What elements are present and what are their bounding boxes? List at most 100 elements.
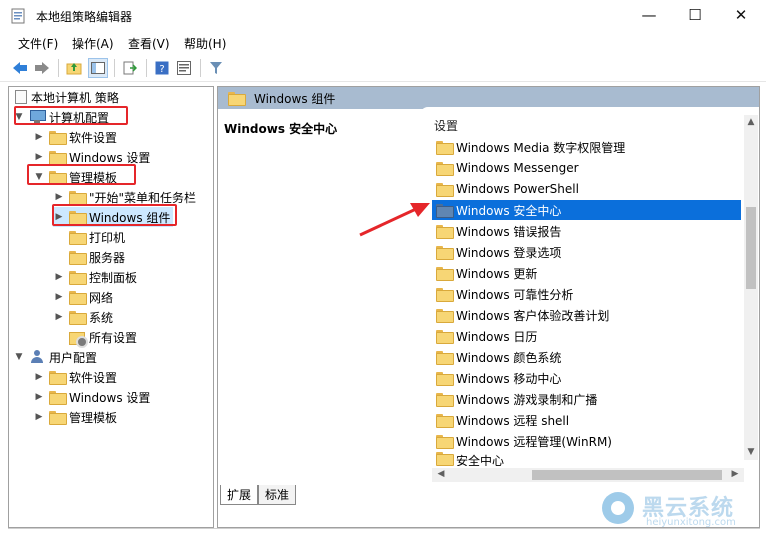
vertical-scrollbar[interactable]: ▲ ▼ <box>744 115 758 460</box>
forward-arrow-icon[interactable] <box>32 58 52 78</box>
folder-icon <box>436 267 454 281</box>
folder-icon <box>436 246 454 260</box>
user-icon <box>29 350 45 364</box>
tree-user-software-settings-label: 软件设置 <box>69 370 118 385</box>
chevron-right-icon[interactable]: ▶ <box>33 392 45 402</box>
scroll-down-icon[interactable]: ▼ <box>744 447 758 457</box>
tree-user-config[interactable]: ▼ 用户配置 <box>13 347 97 367</box>
list-item[interactable]: Windows 更新 <box>432 263 741 283</box>
chevron-right-icon[interactable]: ▶ <box>33 132 45 142</box>
folder-icon <box>436 414 454 428</box>
folder-icon <box>228 92 246 106</box>
tree-control-panel-label: 控制面板 <box>89 270 138 285</box>
tree-software-settings-label: 软件设置 <box>69 130 118 145</box>
list-item[interactable]: Windows 可靠性分析 <box>432 284 741 304</box>
policy-doc-icon <box>15 90 27 104</box>
details-pane: Windows 组件 Windows 安全中心 设置 Windows Media… <box>217 86 760 528</box>
list-item[interactable]: Windows 错误报告 <box>432 221 741 241</box>
tab-standard[interactable]: 标准 <box>258 485 297 505</box>
title-bar: 本地组策略编辑器 — ☐ ✕ <box>0 0 766 32</box>
export-list-icon[interactable] <box>120 58 140 78</box>
watermark: 黑云系统 heiyunxitong.com <box>602 490 762 530</box>
list-item-label: 安全中心 <box>456 454 505 466</box>
folder-icon <box>436 162 454 176</box>
menu-action[interactable]: 操作(A) <box>72 35 114 52</box>
list-item[interactable]: 安全中心 <box>432 452 741 466</box>
tree-control-panel[interactable]: ▶ 控制面板 <box>53 267 137 287</box>
window-title: 本地组策略编辑器 <box>36 10 133 24</box>
menu-bar: 文件(F) 操作(A) 查看(V) 帮助(H) <box>0 32 766 54</box>
list-item[interactable]: Windows 游戏录制和广播 <box>432 389 741 409</box>
tree-user-config-label: 用户配置 <box>49 350 98 365</box>
list-item-label: Windows 移动中心 <box>456 371 562 386</box>
maximize-button[interactable]: ☐ <box>672 0 718 30</box>
tree-user-software-settings[interactable]: ▶ 软件设置 <box>33 367 117 387</box>
tree-printers[interactable]: 打印机 <box>65 227 125 247</box>
folder-icon <box>69 271 87 285</box>
folder-icon <box>436 452 454 466</box>
chevron-down-icon[interactable]: ▼ <box>13 352 25 362</box>
folder-icon <box>49 151 67 165</box>
scroll-left-icon[interactable]: ◀ <box>434 469 448 479</box>
list-item[interactable]: Windows 远程管理(WinRM) <box>432 431 741 451</box>
tree-user-windows-settings[interactable]: ▶ Windows 设置 <box>33 387 150 407</box>
list-item[interactable]: Windows 登录选项 <box>432 242 741 262</box>
horizontal-scroll-thumb[interactable] <box>532 470 722 480</box>
tree-server-label: 服务器 <box>89 250 126 265</box>
chevron-right-icon[interactable]: ▶ <box>33 152 45 162</box>
list-item[interactable]: Windows 客户体验改善计划 <box>432 305 741 325</box>
annotation-arrow-icon <box>359 203 430 237</box>
list-item-label: Windows 安全中心 <box>456 203 562 218</box>
menu-view[interactable]: 查看(V) <box>128 35 170 52</box>
folder-icon <box>49 131 67 145</box>
tree-software-settings[interactable]: ▶ 软件设置 <box>33 127 117 147</box>
chevron-right-icon[interactable]: ▶ <box>33 412 45 422</box>
scroll-up-icon[interactable]: ▲ <box>744 117 758 127</box>
up-folder-icon[interactable] <box>64 58 84 78</box>
list-item-label: Windows 游戏录制和广播 <box>456 392 598 407</box>
tree-user-admin-templates[interactable]: ▶ 管理模板 <box>33 407 117 427</box>
properties-icon[interactable] <box>174 58 194 78</box>
list-item[interactable]: Windows 颜色系统 <box>432 347 741 367</box>
chevron-right-icon[interactable]: ▶ <box>53 192 65 202</box>
tree-root-label: 本地计算机 策略 <box>31 90 119 105</box>
menu-file[interactable]: 文件(F) <box>18 35 58 52</box>
list-item[interactable]: Windows PowerShell <box>432 179 741 199</box>
chevron-right-icon[interactable]: ▶ <box>53 272 65 282</box>
menu-help[interactable]: 帮助(H) <box>184 35 226 52</box>
tree-all-settings[interactable]: 所有设置 <box>65 327 137 348</box>
list-item[interactable]: Windows 远程 shell <box>432 410 741 430</box>
tree-pane: 本地计算机 策略 ▼ 计算机配置 ▶ 软件设置 ▶ Windows 设置 ▼ 管… <box>8 86 214 528</box>
column-header-settings[interactable]: 设置 <box>434 117 458 134</box>
chevron-right-icon[interactable]: ▶ <box>53 292 65 302</box>
list-item[interactable]: Windows Media 数字权限管理 <box>432 137 741 157</box>
list-item-label: Windows PowerShell <box>456 182 579 196</box>
folder-icon <box>49 371 67 385</box>
close-button[interactable]: ✕ <box>718 0 764 30</box>
tab-extended[interactable]: 扩展 <box>220 485 259 505</box>
tree-user-admin-templates-label: 管理模板 <box>69 410 118 425</box>
tree-network[interactable]: ▶ 网络 <box>53 287 113 307</box>
chevron-right-icon[interactable]: ▶ <box>53 312 65 322</box>
tree-windows-settings-label: Windows 设置 <box>69 150 151 165</box>
tree-server[interactable]: 服务器 <box>65 247 125 267</box>
show-hide-tree-icon[interactable] <box>88 58 108 78</box>
list-item[interactable]: Windows 日历 <box>432 326 741 346</box>
back-arrow-icon[interactable] <box>10 58 30 78</box>
horizontal-scrollbar[interactable]: ◀ ▶ <box>432 468 744 482</box>
list-item-label: Windows 颜色系统 <box>456 350 562 365</box>
help-icon[interactable]: ? <box>152 58 172 78</box>
folder-icon <box>49 411 67 425</box>
scroll-right-icon[interactable]: ▶ <box>728 469 742 479</box>
filter-icon[interactable] <box>206 58 226 78</box>
tree-root[interactable]: 本地计算机 策略 <box>13 87 119 107</box>
tree-system[interactable]: ▶ 系统 <box>53 307 113 327</box>
list-item[interactable]: Windows 移动中心 <box>432 368 741 388</box>
vertical-scroll-thumb[interactable] <box>746 207 756 289</box>
minimize-button[interactable]: — <box>626 0 672 30</box>
folder-icon <box>436 351 454 365</box>
list-item[interactable]: Windows Messenger <box>432 158 741 178</box>
list-item-selected[interactable]: Windows 安全中心 <box>432 200 741 220</box>
annotation-box-computer-config <box>14 106 128 125</box>
chevron-right-icon[interactable]: ▶ <box>33 372 45 382</box>
